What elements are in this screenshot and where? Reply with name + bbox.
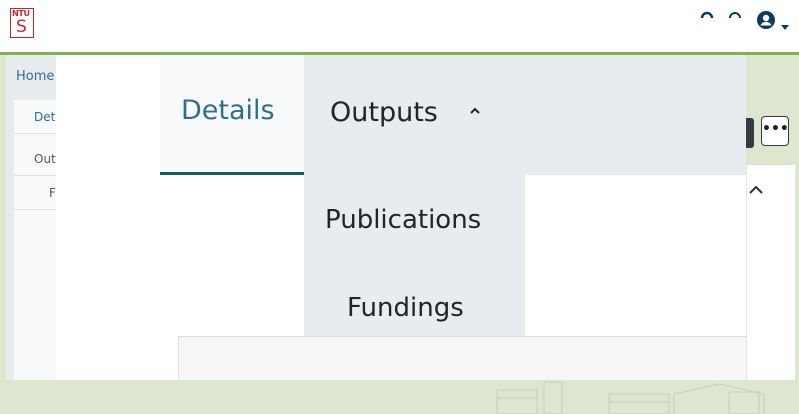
content-card — [178, 336, 746, 380]
collapse-chevron-icon[interactable] — [749, 180, 763, 199]
more-options-button[interactable]: ••• — [761, 116, 789, 146]
tab-details[interactable]: Details — [160, 55, 304, 175]
tab-outputs-label: Outputs — [330, 97, 438, 128]
chevron-up-icon — [469, 99, 481, 122]
menu-item-publications[interactable]: Publications — [325, 205, 481, 235]
menu-item-fundings[interactable]: Fundings — [347, 293, 464, 323]
logo-symbol: S — [16, 17, 27, 37]
notifications-icon[interactable] — [728, 8, 742, 28]
top-navbar — [0, 0, 799, 52]
breadcrumb-home[interactable]: Home — [16, 69, 54, 84]
footer-band — [0, 380, 799, 414]
tab-outputs[interactable]: Outputs — [304, 55, 525, 175]
tab-details-label: Details — [181, 95, 275, 126]
outputs-dropdown-menu: Publications Fundings — [304, 175, 525, 355]
ntu-logo[interactable]: NTU S — [10, 8, 34, 38]
help-icon[interactable] — [700, 8, 714, 28]
user-account-icon[interactable] — [756, 10, 776, 35]
caret-down-icon[interactable] — [781, 16, 789, 36]
action-button-edge[interactable] — [746, 118, 754, 148]
campus-illustration — [496, 381, 765, 414]
sidebar-list: Det Out F — [14, 100, 56, 380]
sidebar-item-outputs[interactable]: Out — [14, 142, 56, 176]
sidebar-item-details[interactable]: Det — [14, 100, 56, 134]
sidebar-item-fundings[interactable]: F — [14, 176, 56, 210]
